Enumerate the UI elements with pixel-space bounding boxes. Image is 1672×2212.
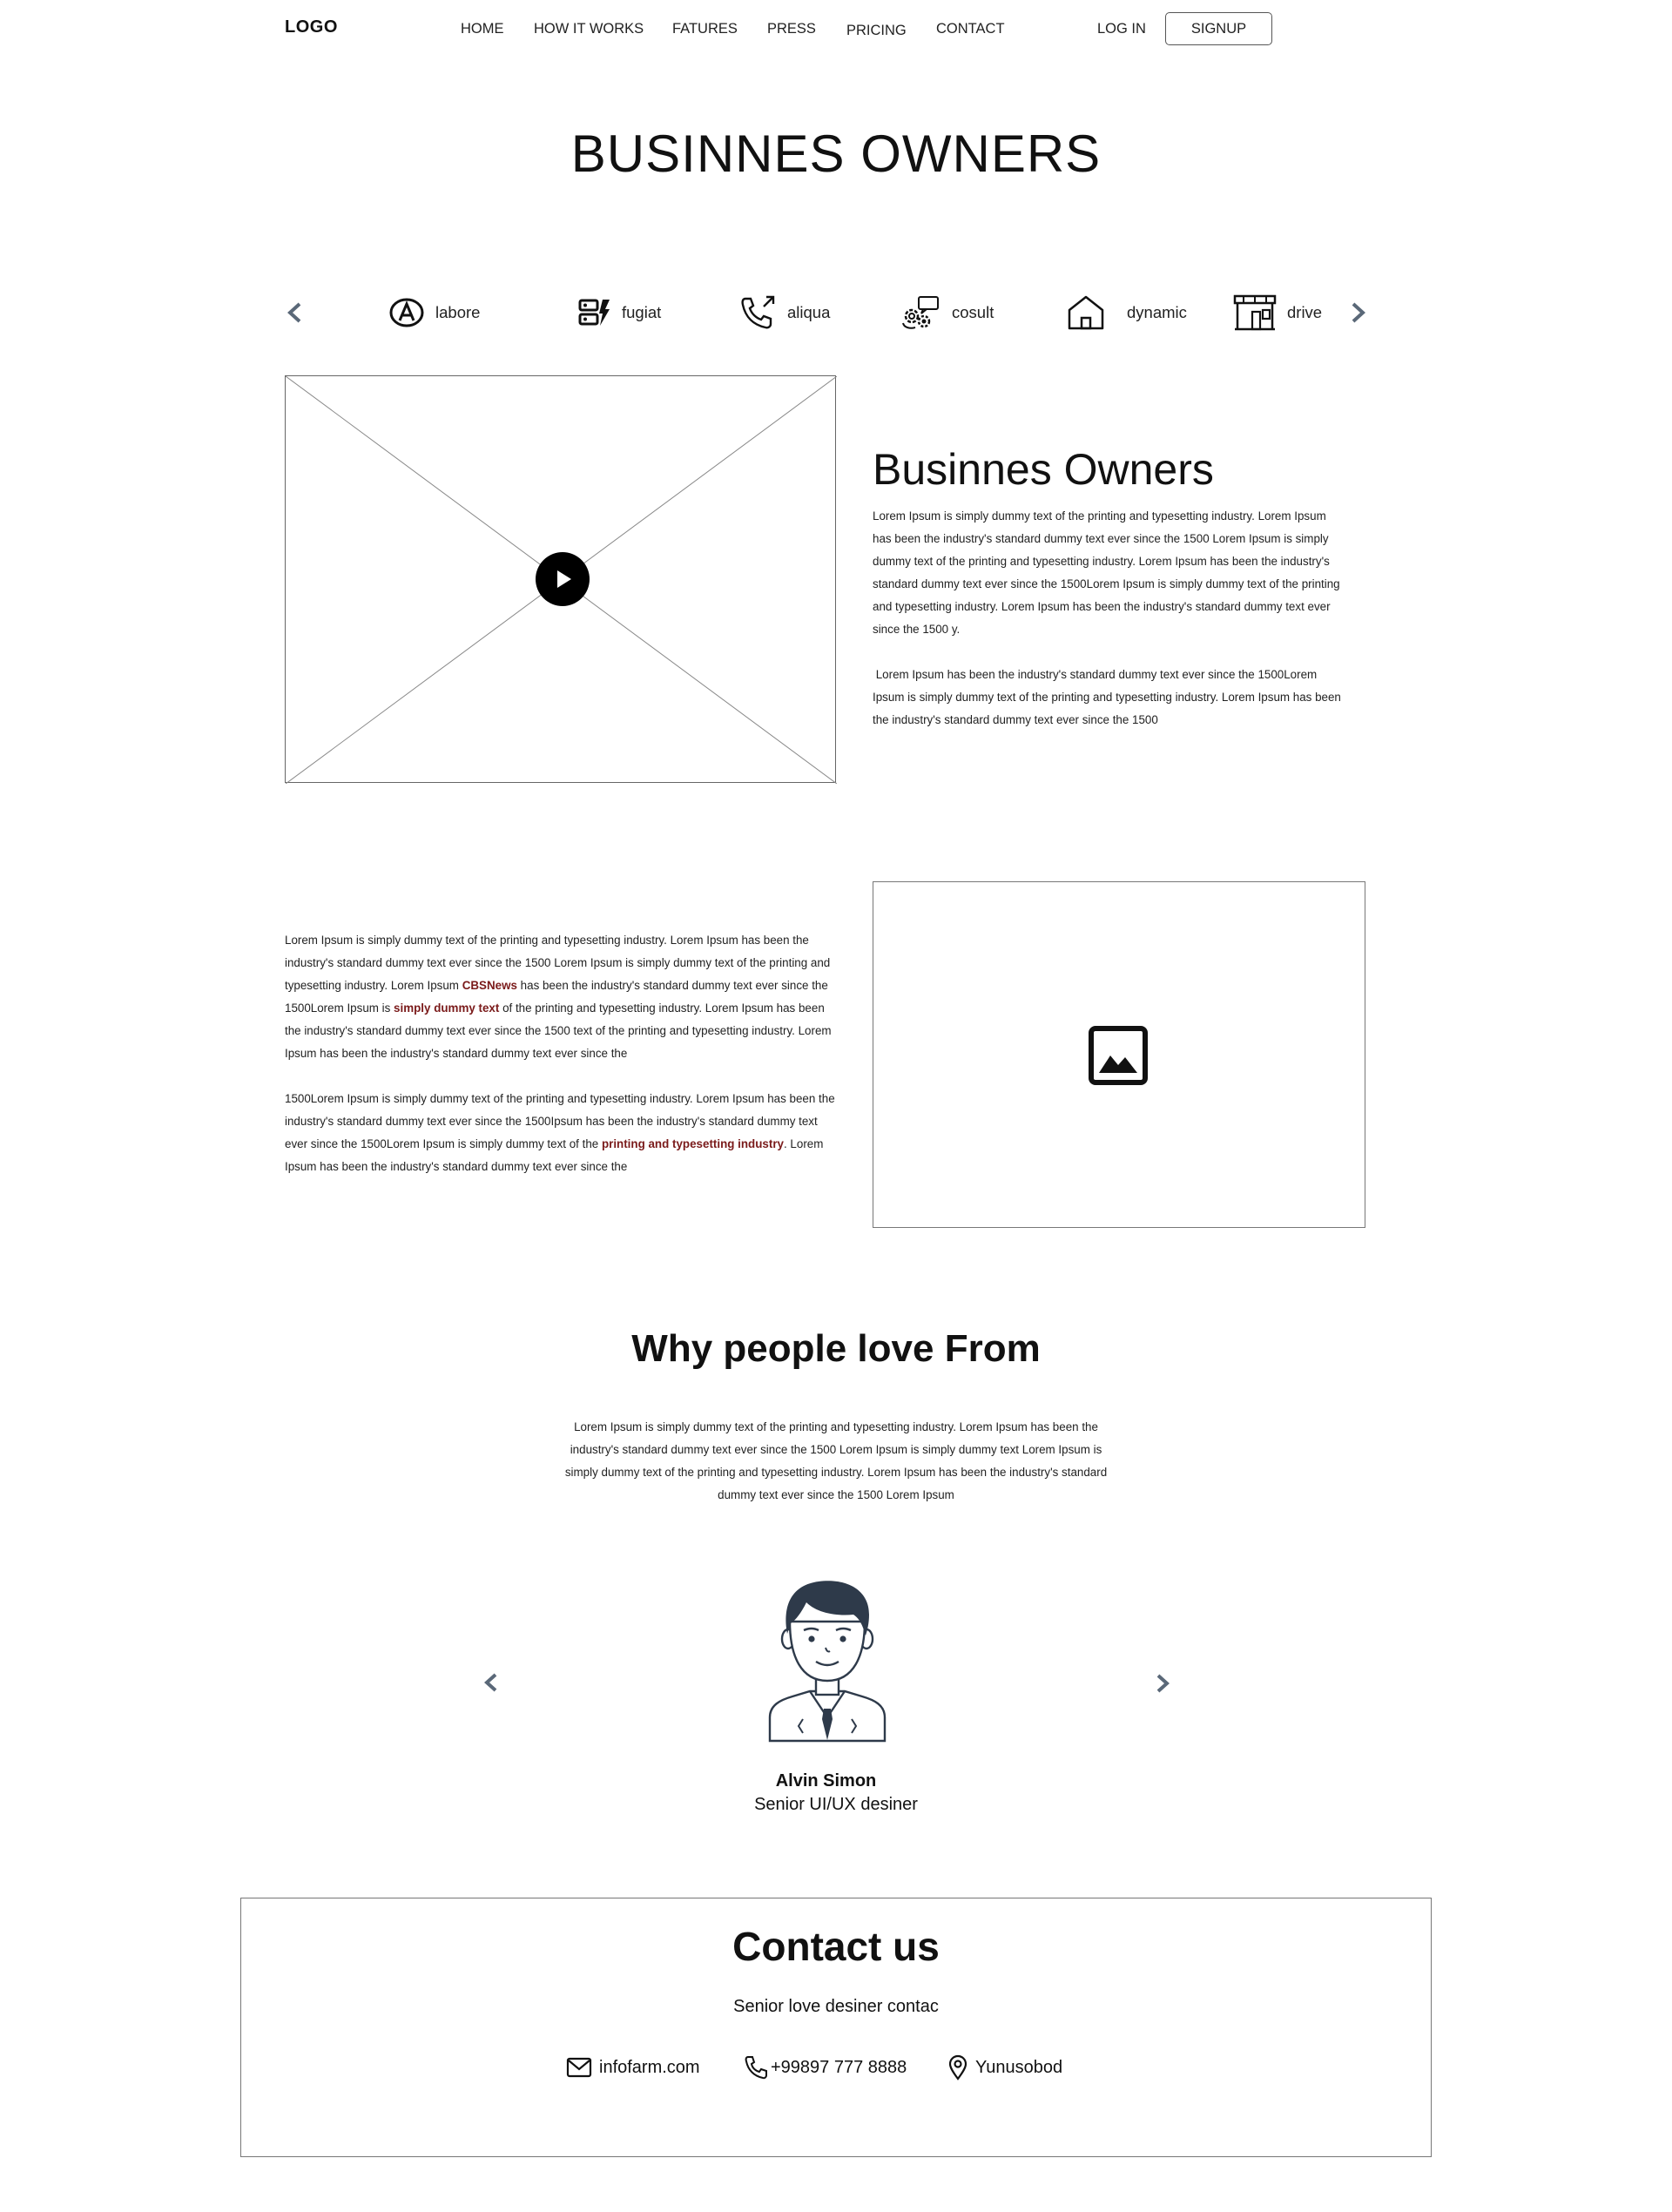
category-dynamic[interactable]: dynamic xyxy=(1066,293,1187,333)
category-drive[interactable]: drive xyxy=(1233,293,1322,333)
logo[interactable]: LOGO xyxy=(285,17,338,37)
chevron-right-icon[interactable] xyxy=(1349,301,1368,328)
category-aliqua[interactable]: aliqua xyxy=(738,293,830,333)
contact-phone[interactable]: +99897 777 8888 xyxy=(743,2052,907,2083)
story-paragraph-1: Lorem Ipsum is simply dummy text of the … xyxy=(285,934,832,1060)
category-fugiat[interactable]: fugiat xyxy=(578,293,661,333)
chevron-left-icon[interactable] xyxy=(482,1672,500,1697)
category-label: fugiat xyxy=(622,303,662,321)
nav-how-it-works[interactable]: HOW IT WORKS xyxy=(534,21,644,37)
contact-email[interactable]: infofarm.com xyxy=(566,2052,700,2083)
contact-location[interactable]: Yunusobod xyxy=(947,2052,1062,2083)
nav-contact[interactable]: CONTACT xyxy=(936,21,1005,37)
person-role: Senior UI/UX desiner xyxy=(754,1795,918,1814)
person-name: Alvin Simon xyxy=(775,1771,877,1791)
section-title: Businnes Owners xyxy=(873,445,1214,494)
storefront-icon xyxy=(1233,294,1277,331)
location-pin-icon xyxy=(948,2054,967,2080)
contact-phone-text: +99897 777 8888 xyxy=(771,2057,907,2077)
intro-paragraph-1: Lorem Ipsum is simply dummy text of the … xyxy=(873,509,1340,636)
signup-button[interactable]: SIGNUP xyxy=(1165,12,1272,45)
contact-title: Contact us xyxy=(732,1924,940,1969)
category-labore[interactable]: labore xyxy=(388,293,480,333)
avatar xyxy=(768,1581,887,1743)
letter-a-circle-icon xyxy=(388,297,425,328)
page-title: BUSINNES OWNERS xyxy=(570,125,1102,183)
highlight-link[interactable]: simply dummy text xyxy=(394,1001,499,1015)
nav-features[interactable]: FATURES xyxy=(672,21,738,37)
nav-press[interactable]: PRESS xyxy=(767,21,816,37)
category-label: dynamic xyxy=(1127,303,1187,321)
chevron-right-icon[interactable] xyxy=(1154,1673,1171,1698)
contact-email-text: infofarm.com xyxy=(599,2057,700,2077)
testimonials-text: Lorem Ipsum is simply dummy text of the … xyxy=(564,1420,1108,1501)
highlight-link[interactable]: printing and typesetting industry xyxy=(602,1137,784,1150)
category-label: aliqua xyxy=(787,303,831,321)
login-link[interactable]: LOG IN xyxy=(1097,21,1146,37)
category-label: labore xyxy=(435,303,481,321)
play-icon xyxy=(557,570,571,588)
nav-home[interactable]: HOME xyxy=(461,21,504,37)
category-label: drive xyxy=(1287,303,1323,321)
house-icon xyxy=(1066,294,1106,331)
contact-location-text: Yunusobod xyxy=(975,2057,1063,2077)
phone-icon xyxy=(745,2056,767,2080)
video-placeholder[interactable] xyxy=(285,375,837,784)
category-label: cosult xyxy=(952,303,994,321)
nav-pricing[interactable]: PRICING xyxy=(846,23,907,39)
image-placeholder xyxy=(873,881,1365,1228)
testimonials-title: Why people love From xyxy=(631,1327,1041,1370)
server-bolt-icon xyxy=(578,298,611,327)
mail-icon xyxy=(566,2057,592,2078)
gears-chat-icon xyxy=(900,295,941,330)
contact-subtitle: Senior love desiner contac xyxy=(733,1997,939,2016)
highlight-link[interactable]: CBSNews xyxy=(462,979,517,992)
image-icon xyxy=(1089,1026,1148,1085)
chevron-left-icon[interactable] xyxy=(285,301,304,328)
category-cosult[interactable]: cosult xyxy=(900,293,994,333)
phone-outgoing-icon xyxy=(738,294,777,331)
intro-paragraph-2: Lorem Ipsum has been the industry's stan… xyxy=(873,668,1345,726)
play-button[interactable] xyxy=(536,552,590,606)
story-paragraph-2: 1500Lorem Ipsum is simply dummy text of … xyxy=(285,1092,835,1173)
